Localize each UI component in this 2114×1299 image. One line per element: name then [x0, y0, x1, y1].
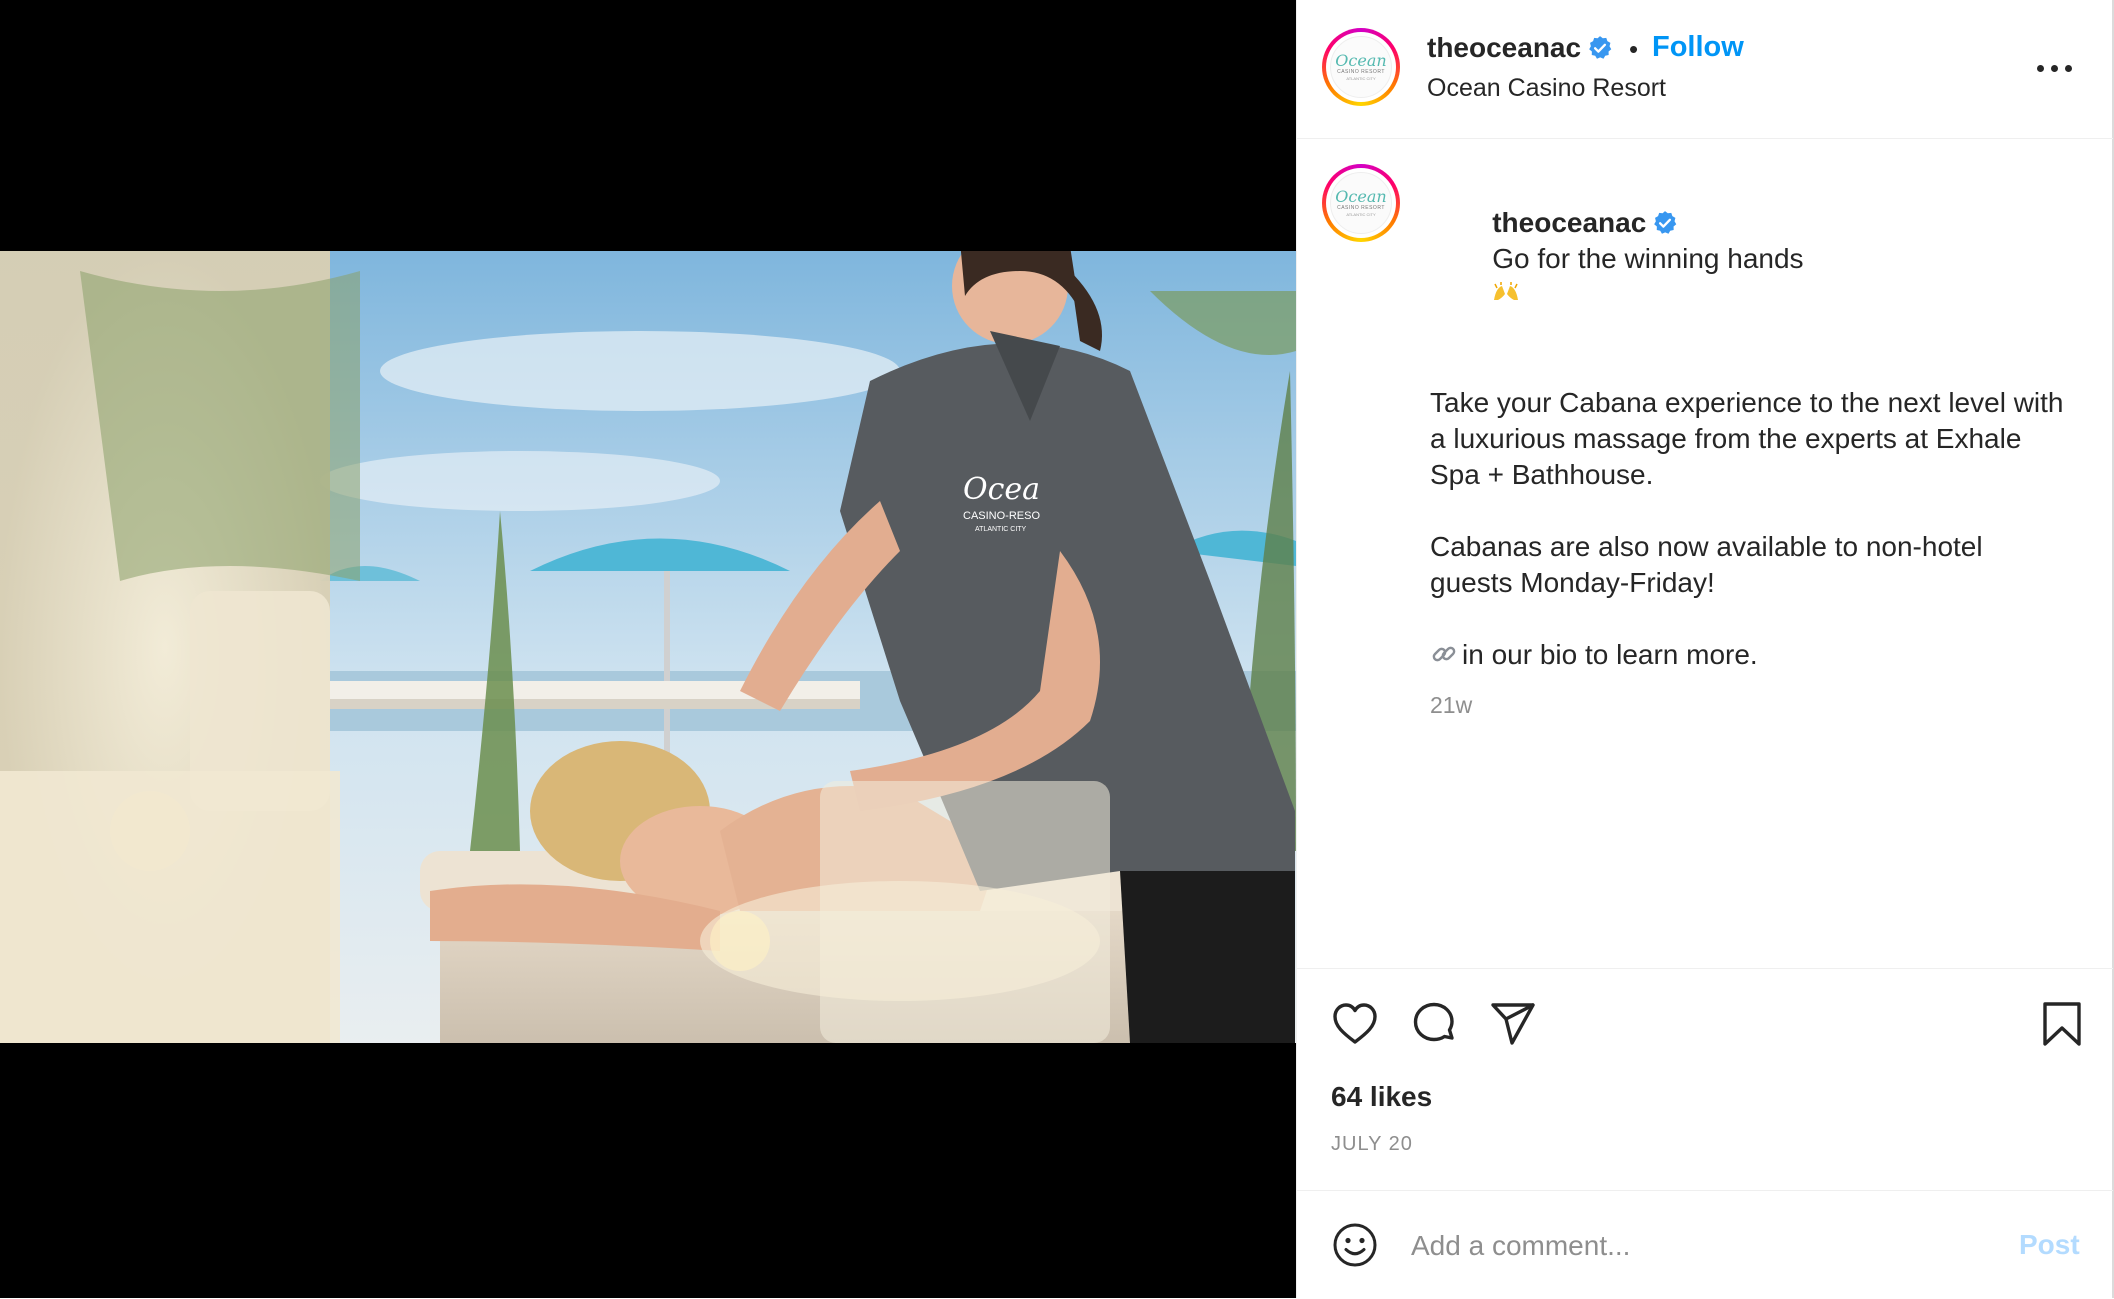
shirt-logo-line3: ATLANTIC CITY — [975, 526, 1027, 533]
comment-input[interactable] — [1409, 1225, 1973, 1267]
heart-icon[interactable] — [1331, 1000, 1379, 1048]
link-icon — [1432, 646, 1456, 662]
post-header: Ocean CASINO RESORT ATLANTIC CITY theoce… — [1297, 0, 2113, 139]
caption-text: theoceanac Go for the winning hands Take… — [1430, 169, 2070, 723]
verified-badge-icon — [1654, 211, 1677, 234]
follow-button[interactable]: Follow — [1652, 31, 1744, 64]
separator-dot: • — [1629, 34, 1639, 64]
caption-paragraph-3: in our bio to learn more. — [1462, 639, 1758, 670]
caption-username[interactable]: theoceanac — [1492, 207, 1646, 238]
post-date: JULY 20 — [1331, 1133, 1413, 1155]
post-details-panel: Ocean CASINO RESORT ATLANTIC CITY theoce… — [1296, 0, 2114, 1298]
shirt-logo-line2: CASINO-RESO — [963, 510, 1040, 522]
share-icon[interactable] — [1489, 1000, 1537, 1048]
post-photo[interactable]: Ocea CASINO-RESO ATLANTIC CITY — [0, 251, 1296, 1043]
verified-badge-icon — [1589, 36, 1612, 59]
raising-hands-emoji — [1494, 282, 1519, 300]
comment-icon[interactable] — [1410, 1000, 1458, 1048]
caption-paragraph-2: Cabanas are also now available to non-ho… — [1430, 531, 1991, 598]
caption-area: Ocean CASINO RESORT ATLANTIC CITY theoce… — [1297, 139, 2113, 969]
post-actions: 64 likes JULY 20 — [1297, 968, 2113, 1191]
caption-time-ago[interactable]: 21w — [1430, 687, 2070, 723]
caption-paragraph-1: Take your Cabana experience to the next … — [1430, 387, 2072, 490]
post-media-panel: Ocea CASINO-RESO ATLANTIC CITY — [0, 0, 1296, 1298]
comment-bar: Post — [1297, 1190, 2113, 1299]
massage-photo-illustration: Ocea CASINO-RESO ATLANTIC CITY — [0, 251, 1296, 1043]
more-options-icon[interactable] — [2037, 50, 2077, 86]
location-link[interactable]: Ocean Casino Resort — [1427, 74, 1666, 103]
emoji-icon[interactable] — [1331, 1221, 1379, 1269]
likes-count[interactable]: 64 likes — [1331, 1081, 1432, 1113]
caption-first-line: Go for the winning hands — [1492, 243, 1804, 274]
ocean-logo: Ocean CASINO RESORT ATLANTIC CITY — [1330, 36, 1392, 98]
ocean-logo: Ocean CASINO RESORT ATLANTIC CITY — [1330, 172, 1392, 234]
shirt-logo-line1: Ocea — [963, 472, 1040, 507]
caption-author-avatar[interactable]: Ocean CASINO RESORT ATLANTIC CITY — [1322, 164, 1400, 242]
author-username[interactable]: theoceanac — [1427, 32, 1581, 63]
author-username-row: theoceanac — [1427, 32, 1613, 64]
bookmark-icon[interactable] — [2039, 1000, 2085, 1048]
author-avatar[interactable]: Ocean CASINO RESORT ATLANTIC CITY — [1322, 28, 1400, 106]
post-comment-button[interactable]: Post — [2019, 1229, 2080, 1261]
